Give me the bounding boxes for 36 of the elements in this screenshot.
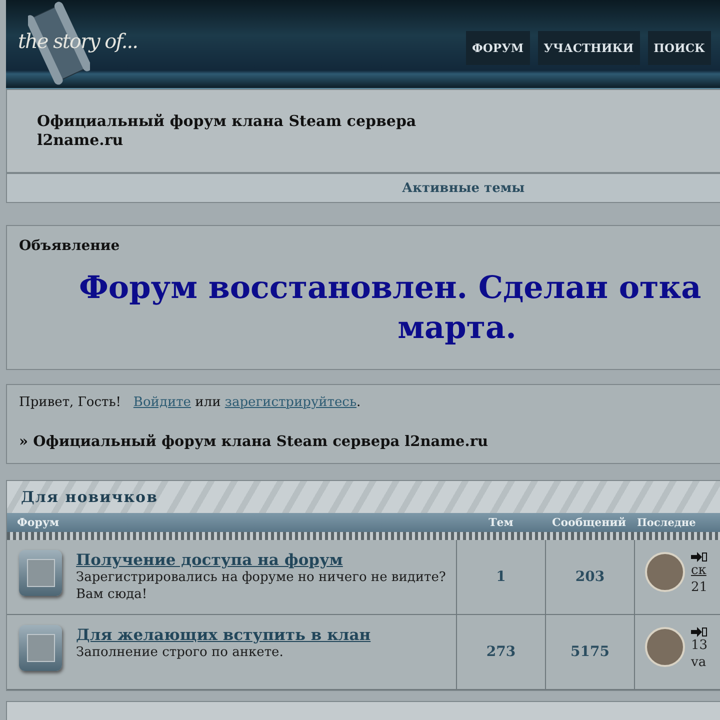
arrow-right-icon[interactable] (691, 627, 707, 637)
nav-link[interactable]: ФОРУМ (466, 31, 530, 65)
topics-count: 1 (457, 540, 546, 614)
active-topics-link[interactable]: Активные темы (402, 180, 525, 196)
forum-title-link[interactable]: Получение доступа на форум (76, 550, 343, 569)
column-header: Последне (636, 516, 696, 528)
posts-count: 5175 (546, 615, 635, 689)
topics-count: 273 (457, 615, 546, 689)
posts-count: 203 (546, 540, 635, 614)
category-title: Для новичков (21, 488, 158, 506)
last-post-text: va (691, 654, 708, 671)
site-logo[interactable]: the story of... (6, 0, 176, 88)
forum-folder-icon (19, 550, 62, 596)
column-header: Сообщений (550, 516, 628, 529)
column-header: Форум (16, 516, 60, 529)
welcome-text: Привет, Гость! Войдите или зарегистрируйтесь. (19, 395, 362, 410)
nav-link[interactable]: УЧАСТНИКИ (538, 31, 640, 65)
announcement-text: марта. (396, 309, 518, 348)
avatar (645, 552, 685, 592)
avatar (645, 627, 685, 667)
announcement-text: Форум восстановлен. Сделан отка (79, 269, 702, 308)
nav-link[interactable]: ПОИСК (648, 31, 711, 65)
forum-folder-icon (19, 625, 62, 671)
column-header: Тем (488, 516, 514, 529)
breadcrumb: » Официальный форум клана Steam сервера l2name.ru (19, 433, 489, 450)
register-link[interactable]: зарегистрируйтесь (224, 395, 357, 410)
last-post-text: 21 (691, 579, 708, 596)
last-post-text: 13 (691, 637, 708, 654)
login-link[interactable]: Войдите (133, 395, 192, 410)
last-post-link[interactable]: ск (691, 562, 708, 579)
site-title: Официальный форум клана Steam сервера l2name.ru (37, 112, 418, 150)
arrow-right-icon[interactable] (691, 552, 707, 562)
announcement-title: Объявление (19, 238, 121, 254)
forum-description: Зарегистрировались на форуме но ничего не видите? Вам сюда! (76, 569, 447, 603)
forum-title-link[interactable]: Для желающих вступить в клан (76, 625, 371, 644)
forum-description: Заполнение строго по анкете. (76, 644, 284, 661)
